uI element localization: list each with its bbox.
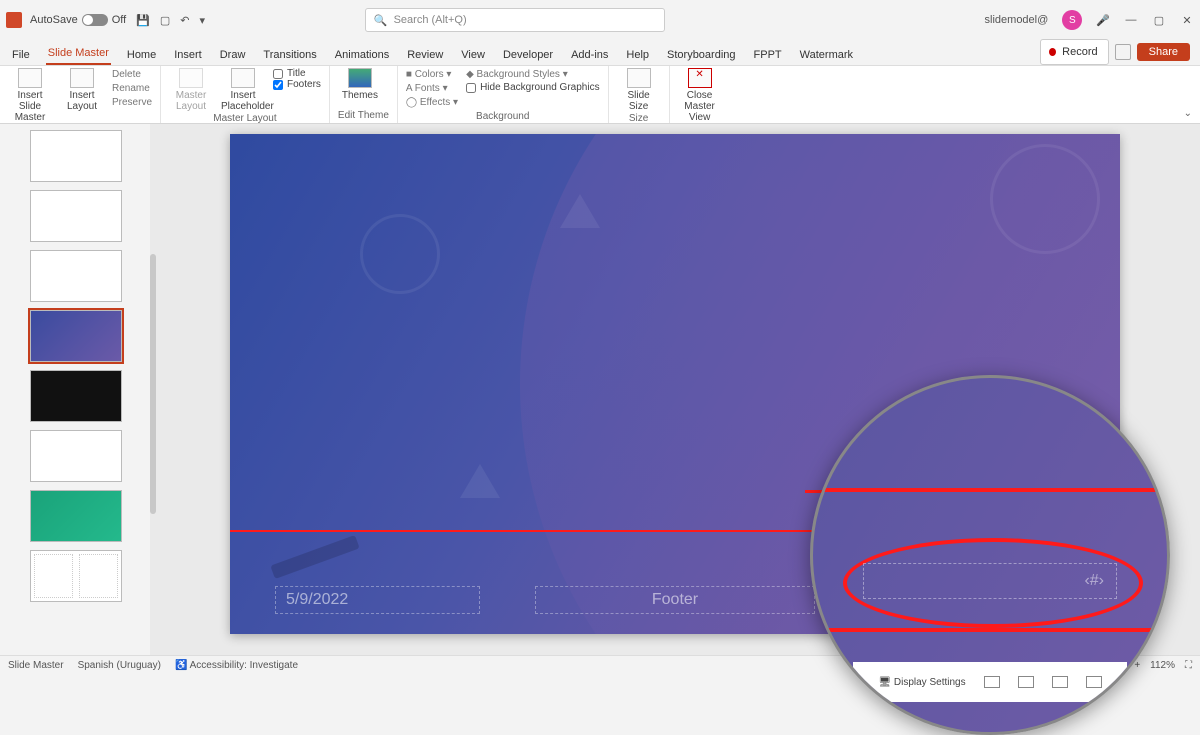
fonts-button[interactable]: A Fonts ▾ [406, 82, 458, 96]
app-icon [6, 12, 22, 28]
insert-placeholder-button[interactable]: Insert Placeholder [221, 68, 265, 112]
tab-review[interactable]: Review [405, 45, 445, 65]
tab-addins[interactable]: Add-ins [569, 45, 610, 65]
ribbon-tabs: File Slide Master Home Insert Draw Trans… [0, 40, 1200, 66]
slide-size-button[interactable]: Slide Size [617, 68, 661, 112]
status-bar-zoom: 🖥 Display Settings [853, 662, 1127, 702]
quick-access-toolbar: 💾 ▢ ↶ ▾ [136, 14, 205, 27]
group-size: Slide Size Size [609, 66, 670, 123]
maximize-button[interactable]: ▢ [1152, 14, 1166, 27]
view-mode-label: Slide Master [8, 660, 64, 671]
thumbnail-pane[interactable] [0, 124, 150, 655]
tab-watermark[interactable]: Watermark [798, 45, 855, 65]
title-bar: AutoSave Off 💾 ▢ ↶ ▾ 🔍 Search (Alt+Q) sl… [0, 0, 1200, 40]
tab-help[interactable]: Help [624, 45, 651, 65]
autosave-state: Off [112, 14, 126, 26]
master-layout-button[interactable]: Master Layout [169, 68, 213, 112]
layout-thumbnail[interactable] [30, 430, 122, 482]
close-button[interactable]: ✕ [1180, 14, 1194, 27]
mic-icon[interactable]: 🎤 [1096, 14, 1110, 27]
search-placeholder: Search (Alt+Q) [394, 14, 467, 26]
group-label: Background [406, 110, 600, 124]
annotation-line [813, 628, 1167, 632]
accessibility-button[interactable]: ♿ Accessibility: Investigate [175, 660, 298, 671]
bg-bar-shape [270, 535, 359, 579]
tab-insert[interactable]: Insert [172, 45, 204, 65]
bg-triangle-icon [460, 464, 500, 498]
themes-button[interactable]: Themes [338, 68, 382, 101]
effects-button[interactable]: ◯ Effects ▾ [406, 96, 458, 110]
tab-fppt[interactable]: FPPT [752, 45, 784, 65]
layout-thumbnail[interactable] [30, 550, 122, 602]
tab-developer[interactable]: Developer [501, 45, 555, 65]
zoom-in-button[interactable]: + [1134, 660, 1140, 671]
tab-animations[interactable]: Animations [333, 45, 391, 65]
bg-styles-button[interactable]: ◆ Background Styles ▾ [466, 68, 600, 82]
search-input[interactable]: 🔍 Search (Alt+Q) [365, 8, 665, 32]
qat-more-icon[interactable]: ▾ [200, 14, 206, 27]
layout-thumbnail[interactable] [30, 190, 122, 242]
reading-view-icon[interactable] [1052, 676, 1068, 688]
group-master-layout: Master Layout Insert Placeholder Title F… [161, 66, 330, 123]
group-background: ■ Colors ▾ A Fonts ▾ ◯ Effects ▾ ◆ Backg… [398, 66, 609, 123]
layout-thumbnail[interactable] [30, 130, 122, 182]
tab-slide-master[interactable]: Slide Master [46, 43, 111, 65]
minimize-button[interactable]: — [1124, 14, 1138, 26]
tab-view[interactable]: View [459, 45, 487, 65]
present-icon[interactable]: ▢ [160, 14, 170, 27]
autosave-label: AutoSave [30, 14, 78, 26]
collapse-ribbon-icon[interactable]: ⌄ [1184, 108, 1192, 119]
sorter-view-icon[interactable] [1018, 676, 1034, 688]
record-dot-icon [1049, 48, 1056, 56]
autosave-toggle[interactable]: AutoSave Off [30, 14, 126, 26]
insert-slide-master-button[interactable]: Insert Slide Master [8, 68, 52, 123]
account-name[interactable]: slidemodel@ [985, 14, 1049, 26]
group-label: Edit Theme [338, 109, 389, 123]
hide-bg-checkbox[interactable]: Hide Background Graphics [466, 82, 600, 93]
slideshow-view-icon[interactable] [1086, 676, 1102, 688]
normal-view-icon[interactable] [984, 676, 1000, 688]
group-edit-master: Insert Slide Master Insert Layout Delete… [0, 66, 161, 123]
date-placeholder[interactable]: 5/9/2022 [275, 586, 480, 614]
slide-number-placeholder-zoom: ‹#› [863, 563, 1117, 599]
fit-to-window-button[interactable]: ⛶ [1185, 660, 1192, 671]
title-checkbox[interactable]: Title [273, 68, 321, 79]
tab-file[interactable]: File [10, 45, 32, 65]
share-button[interactable]: Share [1137, 43, 1190, 61]
display-settings-button[interactable]: 🖥 Display Settings [878, 677, 965, 688]
toggle-switch[interactable] [82, 14, 108, 26]
record-button[interactable]: Record [1040, 39, 1108, 65]
search-icon: 🔍 [374, 14, 388, 27]
footer-placeholder[interactable]: Footer [535, 586, 815, 614]
bg-triangle-icon [560, 194, 600, 228]
ribbon: Insert Slide Master Insert Layout Delete… [0, 66, 1200, 124]
layout-thumbnail-selected[interactable] [30, 310, 122, 362]
save-icon[interactable]: 💾 [136, 14, 150, 27]
annotation-line [813, 488, 1167, 492]
rename-button[interactable]: Rename [112, 82, 152, 96]
close-master-view-button[interactable]: ✕Close Master View [678, 68, 722, 123]
undo-icon[interactable]: ↶ [180, 14, 189, 27]
delete-button[interactable]: Delete [112, 68, 152, 82]
footers-checkbox[interactable]: Footers [273, 79, 321, 90]
bg-circle-icon [360, 214, 440, 294]
colors-button[interactable]: ■ Colors ▾ [406, 68, 458, 82]
group-close: ✕Close Master View Close [670, 66, 730, 123]
tab-transitions[interactable]: Transitions [261, 45, 318, 65]
comments-button[interactable] [1115, 44, 1131, 60]
layout-thumbnail[interactable] [30, 370, 122, 422]
zoom-level[interactable]: 112% [1150, 660, 1175, 671]
layout-thumbnail[interactable] [30, 490, 122, 542]
preserve-button[interactable]: Preserve [112, 96, 152, 110]
bg-circle-icon [990, 144, 1100, 254]
avatar[interactable]: S [1062, 10, 1082, 30]
tab-storyboarding[interactable]: Storyboarding [665, 45, 738, 65]
layout-thumbnail[interactable] [30, 250, 122, 302]
language-button[interactable]: Spanish (Uruguay) [78, 660, 161, 671]
insert-layout-button[interactable]: Insert Layout [60, 68, 104, 112]
group-edit-theme: Themes Edit Theme [330, 66, 398, 123]
tab-home[interactable]: Home [125, 45, 158, 65]
tab-draw[interactable]: Draw [218, 45, 248, 65]
magnifier-callout: ‹#› 🖥 Display Settings [810, 375, 1170, 735]
